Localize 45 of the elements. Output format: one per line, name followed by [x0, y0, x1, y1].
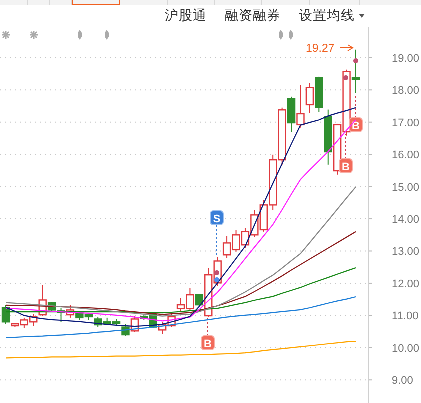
axis-label: 19.00 [392, 52, 420, 65]
buy-marker: B [201, 336, 215, 350]
asterisk-icon [30, 31, 38, 39]
toolbar-link[interactable]: 融资融券 [225, 6, 281, 26]
sell-marker: S [210, 210, 224, 226]
candlestick [232, 229, 240, 252]
candlestick [94, 316, 102, 328]
axis-label: 15.00 [392, 182, 420, 194]
axis-label: 17.00 [392, 117, 420, 130]
axis-label: 9.00 [392, 375, 414, 388]
data-point [214, 270, 220, 276]
buy-marker: B [349, 118, 363, 132]
candlestick [296, 84, 305, 128]
data-point [214, 278, 220, 282]
price-label: 19.27 [306, 43, 335, 55]
axis-label: 16.00 [392, 150, 420, 162]
diamond-icon [105, 30, 109, 40]
candlestick [222, 236, 232, 259]
diamond-icon [78, 30, 82, 40]
candlestick [158, 322, 167, 335]
candlestick [333, 123, 342, 176]
candlestick [66, 304, 75, 318]
candlestick [306, 82, 314, 114]
candlestick [241, 228, 250, 249]
axis-label: 11.00 [392, 310, 419, 323]
data-point [344, 76, 348, 80]
caret-icon [359, 14, 365, 18]
candlestick [57, 307, 66, 323]
axis-label: 13.00 [392, 246, 420, 258]
leader-line [216, 224, 218, 258]
candlestick [250, 210, 259, 238]
arrow-icon [340, 44, 354, 52]
data-point [354, 58, 358, 64]
axis-label: 18.00 [392, 85, 420, 98]
toolbar-link[interactable]: 沪股通 [165, 6, 207, 26]
candlestick [76, 310, 84, 321]
axis-label: 14.00 [392, 214, 420, 226]
candlestick [103, 317, 112, 326]
candlestick [168, 314, 176, 328]
buy-marker: B [339, 158, 353, 174]
axis-label: 10.00 [392, 342, 420, 355]
candlestick [84, 312, 93, 321]
dropdown-button[interactable]: 设置均线 [299, 6, 365, 26]
axis-label: 12.00 [392, 278, 420, 290]
asterisk-icon [2, 31, 10, 39]
